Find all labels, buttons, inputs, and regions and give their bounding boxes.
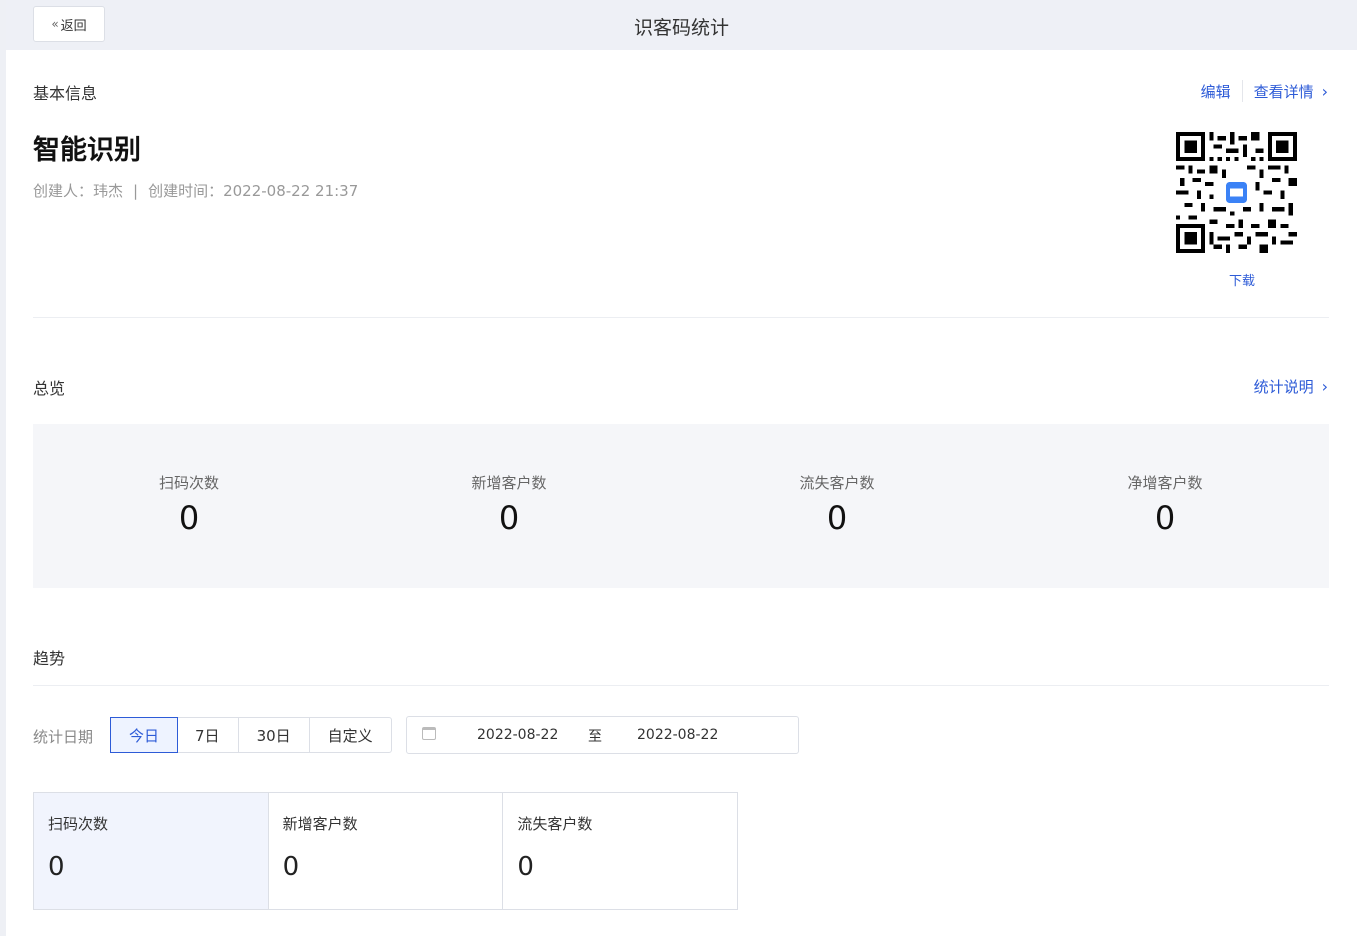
- trend-title: 趋势: [33, 649, 66, 668]
- created-time: 创建时间：2022-08-22 21:37: [148, 182, 359, 200]
- overview-stat: 流失客户数 0: [737, 472, 937, 537]
- section-divider: [33, 685, 1329, 686]
- metric-value: 0: [48, 852, 65, 882]
- qr-code-image: [1176, 132, 1297, 253]
- date-option-30d[interactable]: 30日: [239, 718, 310, 752]
- view-details-link[interactable]: 查看详情: [1254, 81, 1314, 102]
- date-range-picker[interactable]: 2022-08-22 至 2022-08-22: [406, 716, 799, 754]
- stat-label: 净增客户数: [1127, 474, 1203, 492]
- stat-value: 0: [1154, 499, 1176, 537]
- stat-value: 0: [498, 499, 520, 537]
- stat-label: 新增客户数: [471, 474, 547, 492]
- overview-stat: 新增客户数 0: [409, 472, 609, 537]
- date-option-today[interactable]: 今日: [110, 717, 179, 753]
- chevron-right-icon[interactable]: ›: [1322, 377, 1328, 396]
- chevron-right-icon[interactable]: ›: [1322, 82, 1328, 101]
- main-panel: 基本信息 编辑 查看详情 › 智能识别 创建人：玮杰 | 创建时间：2022-0…: [6, 50, 1357, 936]
- code-name: 智能识别: [33, 135, 141, 166]
- page-title: 识客码统计: [633, 17, 729, 39]
- metric-card-scans[interactable]: 扫码次数 0: [34, 793, 269, 909]
- metric-label: 新增客户数: [282, 815, 358, 833]
- date-filter-label: 统计日期: [33, 728, 94, 746]
- basic-info-title: 基本信息: [33, 84, 98, 103]
- date-separator: 至: [588, 729, 602, 745]
- trend-metric-cards: 扫码次数 0 新增客户数 0 流失客户数 0: [33, 792, 738, 910]
- creator: 创建人：玮杰: [33, 182, 124, 200]
- stat-value: 0: [826, 499, 848, 537]
- metric-label: 流失客户数: [517, 815, 593, 833]
- date-start-input[interactable]: 2022-08-22: [477, 727, 558, 743]
- date-option-7d[interactable]: 7日: [177, 718, 239, 752]
- date-range-options: 今日 7日 30日 自定义: [110, 717, 392, 753]
- edit-link[interactable]: 编辑: [1201, 81, 1231, 102]
- date-end-input[interactable]: 2022-08-22: [637, 727, 718, 743]
- metric-card-lost-customers[interactable]: 流失客户数 0: [503, 793, 737, 909]
- overview-actions: 统计说明 ›: [1254, 375, 1328, 397]
- stat-label: 流失客户数: [799, 474, 875, 492]
- download-link[interactable]: 下载: [1229, 270, 1255, 289]
- stat-value: 0: [178, 499, 200, 537]
- metric-card-new-customers[interactable]: 新增客户数 0: [269, 793, 504, 909]
- top-bar: « 返回 识客码统计: [6, 0, 1357, 50]
- code-meta: 创建人：玮杰 | 创建时间：2022-08-22 21:37: [33, 180, 358, 201]
- stat-label: 扫码次数: [158, 474, 219, 492]
- metric-value: 0: [517, 852, 534, 882]
- meta-divider: |: [133, 181, 139, 200]
- overview-panel: 扫码次数 0 新增客户数 0 流失客户数 0 净增客户数 0: [33, 424, 1329, 588]
- calendar-icon: [422, 727, 436, 740]
- basic-info-actions: 编辑 查看详情 ›: [1201, 80, 1328, 102]
- date-option-custom[interactable]: 自定义: [310, 718, 391, 752]
- overview-title: 总览: [33, 379, 66, 398]
- overview-stat: 扫码次数 0: [89, 472, 289, 537]
- stats-help-link[interactable]: 统计说明: [1254, 376, 1314, 397]
- metric-label: 扫码次数: [48, 815, 109, 833]
- action-divider: [1241, 80, 1243, 102]
- overview-stat: 净增客户数 0: [1065, 472, 1265, 537]
- metric-value: 0: [282, 852, 300, 882]
- section-divider: [33, 317, 1329, 318]
